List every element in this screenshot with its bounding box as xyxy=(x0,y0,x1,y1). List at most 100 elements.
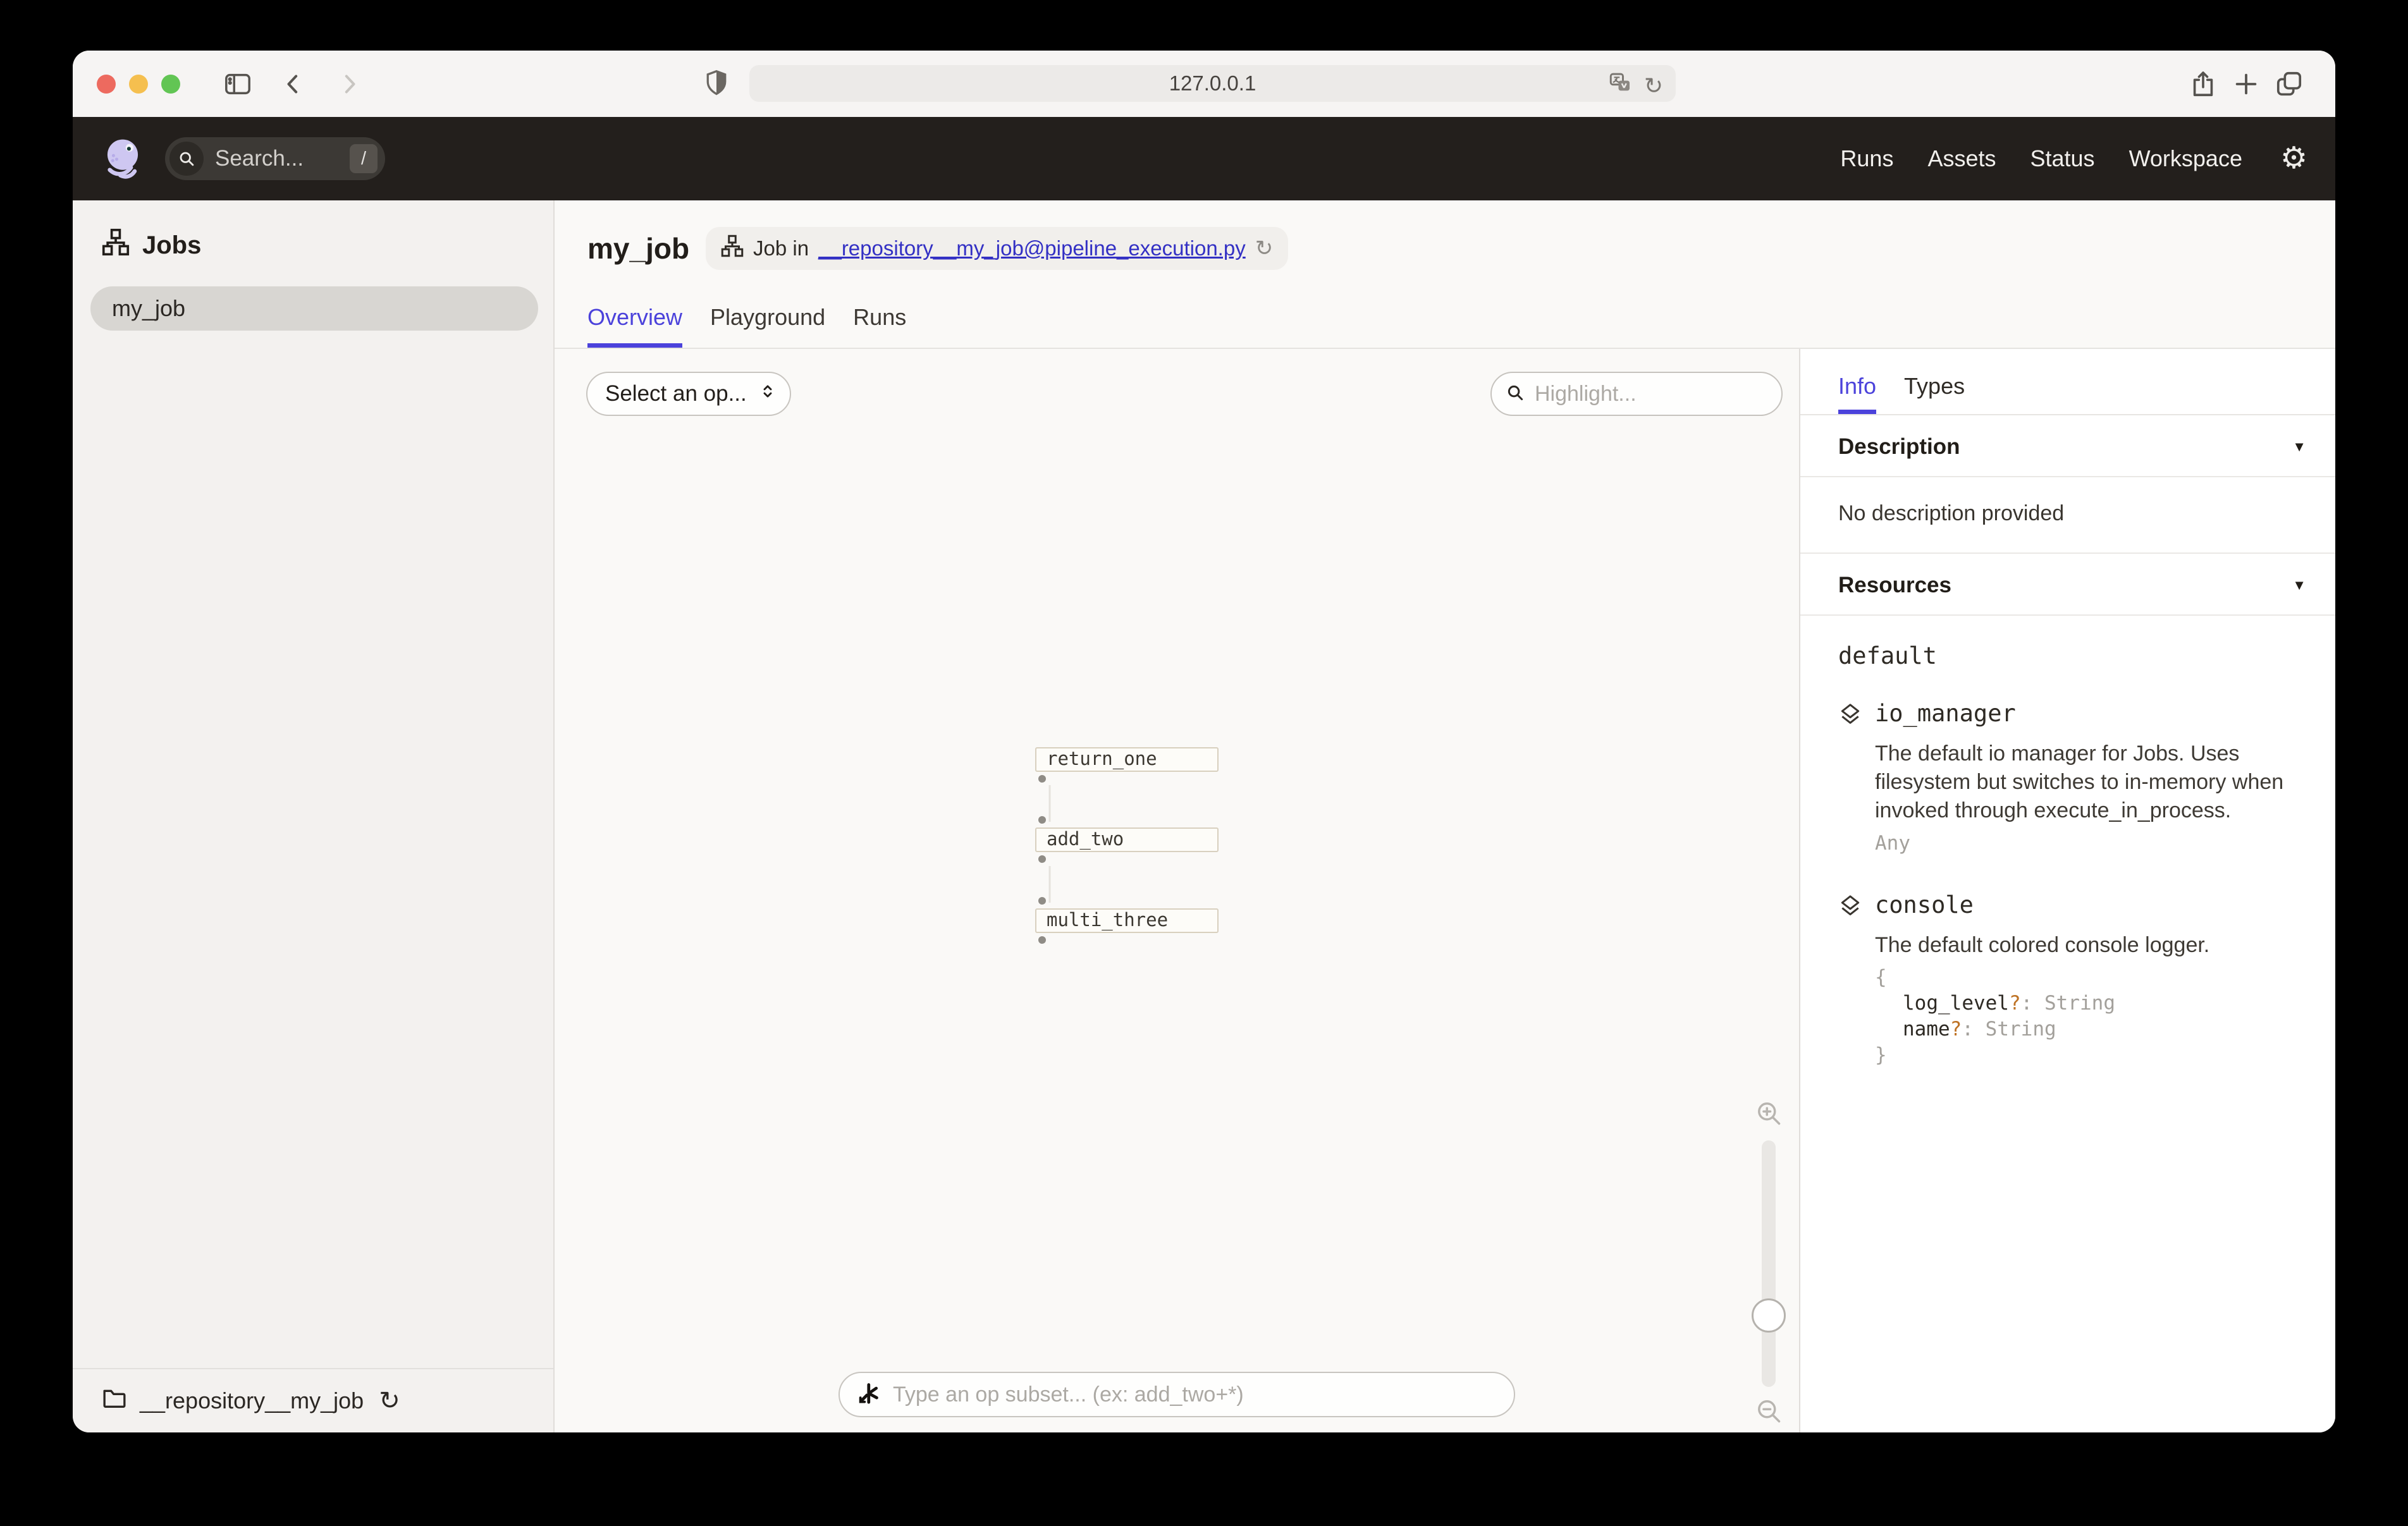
search-placeholder: Search... xyxy=(215,146,350,171)
zoom-in-icon[interactable] xyxy=(1755,1099,1783,1130)
close-window-button[interactable] xyxy=(97,75,116,94)
graph-node-multi-three[interactable]: multi_three xyxy=(1036,909,1218,932)
job-graph-icon xyxy=(102,228,130,262)
job-reload-icon[interactable]: ↻ xyxy=(1255,238,1274,259)
privacy-shield-icon[interactable] xyxy=(703,69,730,100)
resources-title: Resources xyxy=(1838,573,1951,598)
address-bar-icons: ↻ xyxy=(1607,70,1663,102)
graph-node-return-one[interactable]: return_one xyxy=(1036,748,1218,771)
op-select-label: Select an op... xyxy=(605,381,747,406)
svg-text:multi_three: multi_three xyxy=(1047,909,1168,931)
global-search[interactable]: Search... / xyxy=(165,137,385,180)
op-graph-canvas[interactable]: Select an op... xyxy=(555,349,1799,1432)
share-icon[interactable] xyxy=(2187,68,2219,100)
svg-text:return_one: return_one xyxy=(1047,748,1157,770)
browser-toolbar-right xyxy=(2187,68,2305,100)
zoom-window-button[interactable] xyxy=(161,75,180,94)
svg-text:add_two: add_two xyxy=(1047,828,1124,850)
repository-footer[interactable]: __repository__my_job ↻ xyxy=(73,1368,553,1432)
highlight-search xyxy=(1490,372,1783,416)
tab-overview-icon[interactable] xyxy=(2273,68,2305,100)
job-origin-badge: Job in __repository__my_job@pipeline_exe… xyxy=(706,227,1288,270)
address-bar[interactable]: 127.0.0.1 ↻ xyxy=(749,65,1676,102)
forward-icon[interactable] xyxy=(333,68,365,100)
resource-name: io_manager xyxy=(1875,700,2292,727)
chevron-down-icon: ▼ xyxy=(2292,577,2306,594)
search-shortcut-badge: / xyxy=(350,144,378,173)
op-subset-bar xyxy=(838,1372,1515,1417)
resource-type: Any xyxy=(1875,832,2292,855)
input-port-dot xyxy=(1038,816,1046,824)
zoom-control xyxy=(1748,1099,1789,1428)
back-icon[interactable] xyxy=(278,68,309,100)
nav-assets[interactable]: Assets xyxy=(1927,145,1996,172)
job-main: my_job Job in __repository__my_job@pipel… xyxy=(555,200,2335,1432)
resource-description: The default io manager for Jobs. Uses fi… xyxy=(1875,740,2292,826)
input-port-dot xyxy=(1038,897,1046,905)
output-port-dot xyxy=(1038,775,1046,783)
resource-io-manager: io_manager The default io manager for Jo… xyxy=(1838,700,2306,855)
job-tabs: Overview Playground Runs xyxy=(555,304,2335,349)
repository-name: __repository__my_job xyxy=(140,1388,364,1414)
minimize-window-button[interactable] xyxy=(129,75,148,94)
nav-workspace[interactable]: Workspace xyxy=(2129,145,2242,172)
browser-chrome: 127.0.0.1 ↻ xyxy=(73,51,2335,117)
tab-info[interactable]: Info xyxy=(1838,373,1876,414)
info-panel: Info Types Description ▼ No description … xyxy=(1799,349,2335,1432)
config-open-brace: { xyxy=(1875,965,2209,991)
sidebar-toggle-icon[interactable] xyxy=(222,68,254,100)
new-tab-icon[interactable] xyxy=(2230,68,2262,100)
settings-gear-icon[interactable]: ⚙ xyxy=(2280,143,2307,174)
tab-overview[interactable]: Overview xyxy=(587,304,682,348)
sidebar-title: Jobs xyxy=(142,231,201,260)
resource-name: console xyxy=(1875,891,2209,919)
resources-section-header[interactable]: Resources ▼ xyxy=(1800,554,2335,616)
tab-runs[interactable]: Runs xyxy=(853,304,906,348)
browser-nav-buttons xyxy=(222,68,365,100)
output-port-dot xyxy=(1038,855,1046,863)
description-section-header[interactable]: Description ▼ xyxy=(1800,415,2335,477)
url-text: 127.0.0.1 xyxy=(1169,71,1256,95)
job-origin-prefix: Job in xyxy=(753,236,809,260)
job-icon xyxy=(721,235,744,262)
tab-types[interactable]: Types xyxy=(1904,373,1965,414)
sidebar-item-my-job[interactable]: my_job xyxy=(90,286,538,331)
graph-node-add-two[interactable]: add_two xyxy=(1036,828,1218,852)
repository-reload-icon[interactable]: ↻ xyxy=(379,1388,400,1413)
jobs-sidebar: Jobs my_job __repository__my_job ↻ xyxy=(73,200,555,1432)
resource-layers-icon xyxy=(1838,700,1864,855)
job-origin-link[interactable]: __repository__my_job@pipeline_execution.… xyxy=(818,236,1246,260)
resource-config-schema: { log_level?: String name?: String } xyxy=(1875,965,2209,1068)
resource-description: The default colored console logger. xyxy=(1875,931,2209,960)
search-icon xyxy=(169,142,204,176)
translate-icon[interactable] xyxy=(1607,70,1634,102)
app-header: Search... / Runs Assets Status Workspace… xyxy=(73,117,2335,200)
op-subset-input[interactable] xyxy=(892,1382,1497,1408)
tab-playground[interactable]: Playground xyxy=(710,304,825,348)
description-title: Description xyxy=(1838,434,1960,460)
dagster-logo[interactable] xyxy=(101,135,145,183)
window-controls xyxy=(97,75,180,94)
resource-console: console The default colored console logg… xyxy=(1838,891,2306,1068)
panel-tabs: Info Types xyxy=(1800,349,2335,415)
search-icon xyxy=(1506,383,1525,405)
op-selector-icon xyxy=(856,1381,880,1408)
resource-layers-icon xyxy=(1838,891,1864,1068)
op-select-button[interactable]: Select an op... xyxy=(586,372,791,416)
chevron-down-icon: ▼ xyxy=(2292,439,2306,455)
reload-icon[interactable]: ↻ xyxy=(1644,75,1663,97)
op-graph: return_one add_two multi_three xyxy=(1035,747,1231,956)
nav-status[interactable]: Status xyxy=(2030,145,2095,172)
zoom-slider-thumb[interactable] xyxy=(1752,1298,1786,1333)
page-title: my_job xyxy=(587,231,689,266)
zoom-slider[interactable] xyxy=(1762,1140,1776,1387)
highlight-input[interactable] xyxy=(1533,381,1767,407)
description-body: No description provided xyxy=(1800,477,2335,554)
browser-window: 127.0.0.1 ↻ xyxy=(73,51,2335,1432)
chevron-up-down-icon xyxy=(758,381,777,406)
sidebar-spacer xyxy=(73,331,553,1368)
zoom-out-icon[interactable] xyxy=(1755,1397,1783,1428)
output-port-dot xyxy=(1038,936,1046,944)
resource-group-name: default xyxy=(1838,642,2306,669)
nav-runs[interactable]: Runs xyxy=(1840,145,1893,172)
